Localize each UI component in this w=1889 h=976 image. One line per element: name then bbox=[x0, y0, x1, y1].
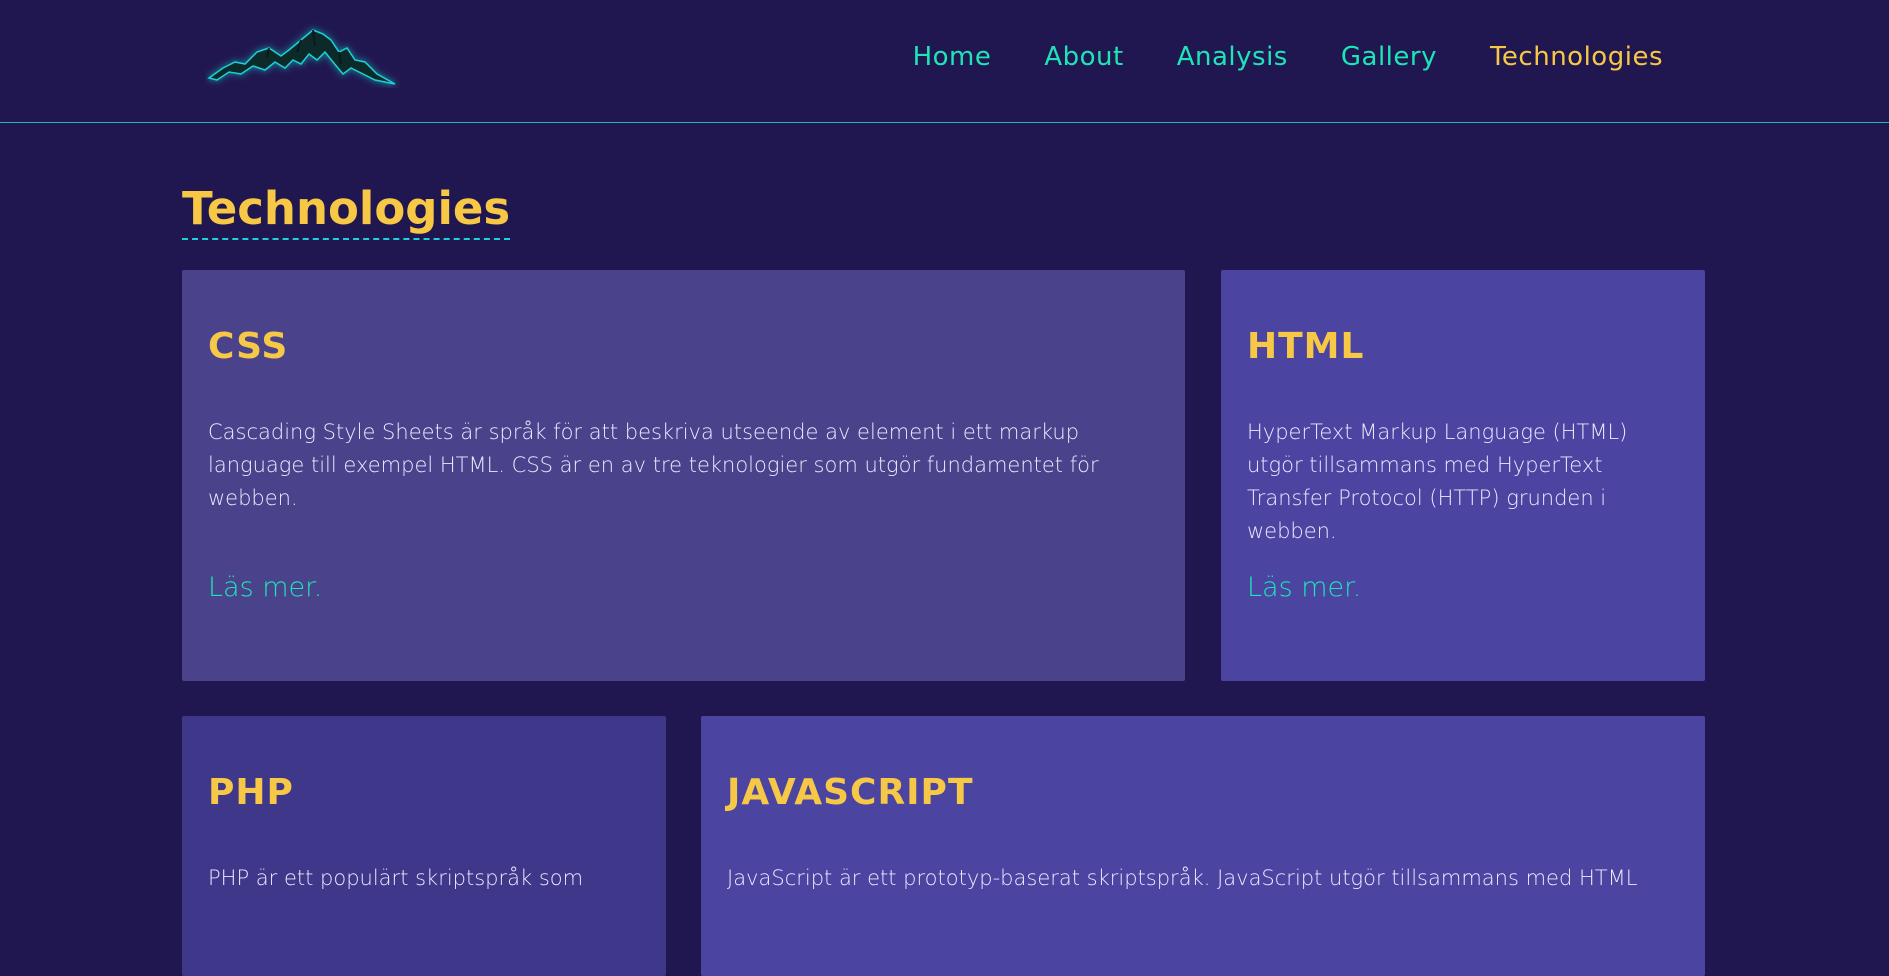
site-header: Home About Analysis Gallery Technologies bbox=[0, 0, 1889, 123]
nav-home-link[interactable]: Home bbox=[913, 40, 992, 74]
card-description: HyperText Markup Language (HTML) utgör t… bbox=[1247, 420, 1628, 543]
read-more-link[interactable]: Läs mer. bbox=[1247, 570, 1361, 606]
card-javascript: JAVASCRIPT JavaScript är ett prototyp-ba… bbox=[701, 716, 1705, 976]
read-more-link[interactable]: Läs mer. bbox=[208, 570, 322, 606]
card-description: PHP är ett populärt skriptspråk som bbox=[208, 866, 584, 890]
mountain-logo[interactable] bbox=[205, 22, 415, 88]
card-php: PHP PHP är ett populärt skriptspråk som bbox=[182, 716, 666, 976]
card-title: JAVASCRIPT bbox=[727, 772, 974, 813]
card-description: JavaScript är ett prototyp-baserat skrip… bbox=[727, 866, 1638, 890]
nav-about-link[interactable]: About bbox=[1044, 40, 1123, 74]
main-nav: Home About Analysis Gallery Technologies bbox=[913, 40, 1663, 74]
card-description: Cascading Style Sheets är språk för att … bbox=[208, 420, 1099, 510]
nav-gallery-link[interactable]: Gallery bbox=[1341, 40, 1437, 74]
nav-analysis-link[interactable]: Analysis bbox=[1177, 40, 1288, 74]
card-title: PHP bbox=[208, 772, 294, 813]
page-title: Technologies bbox=[182, 182, 511, 240]
card-css: CSS Cascading Style Sheets är språk för … bbox=[182, 270, 1185, 681]
card-title: HTML bbox=[1247, 326, 1365, 367]
card-html: HTML HyperText Markup Language (HTML) ut… bbox=[1221, 270, 1705, 681]
card-title: CSS bbox=[208, 326, 289, 367]
nav-technologies-link[interactable]: Technologies bbox=[1490, 40, 1663, 74]
